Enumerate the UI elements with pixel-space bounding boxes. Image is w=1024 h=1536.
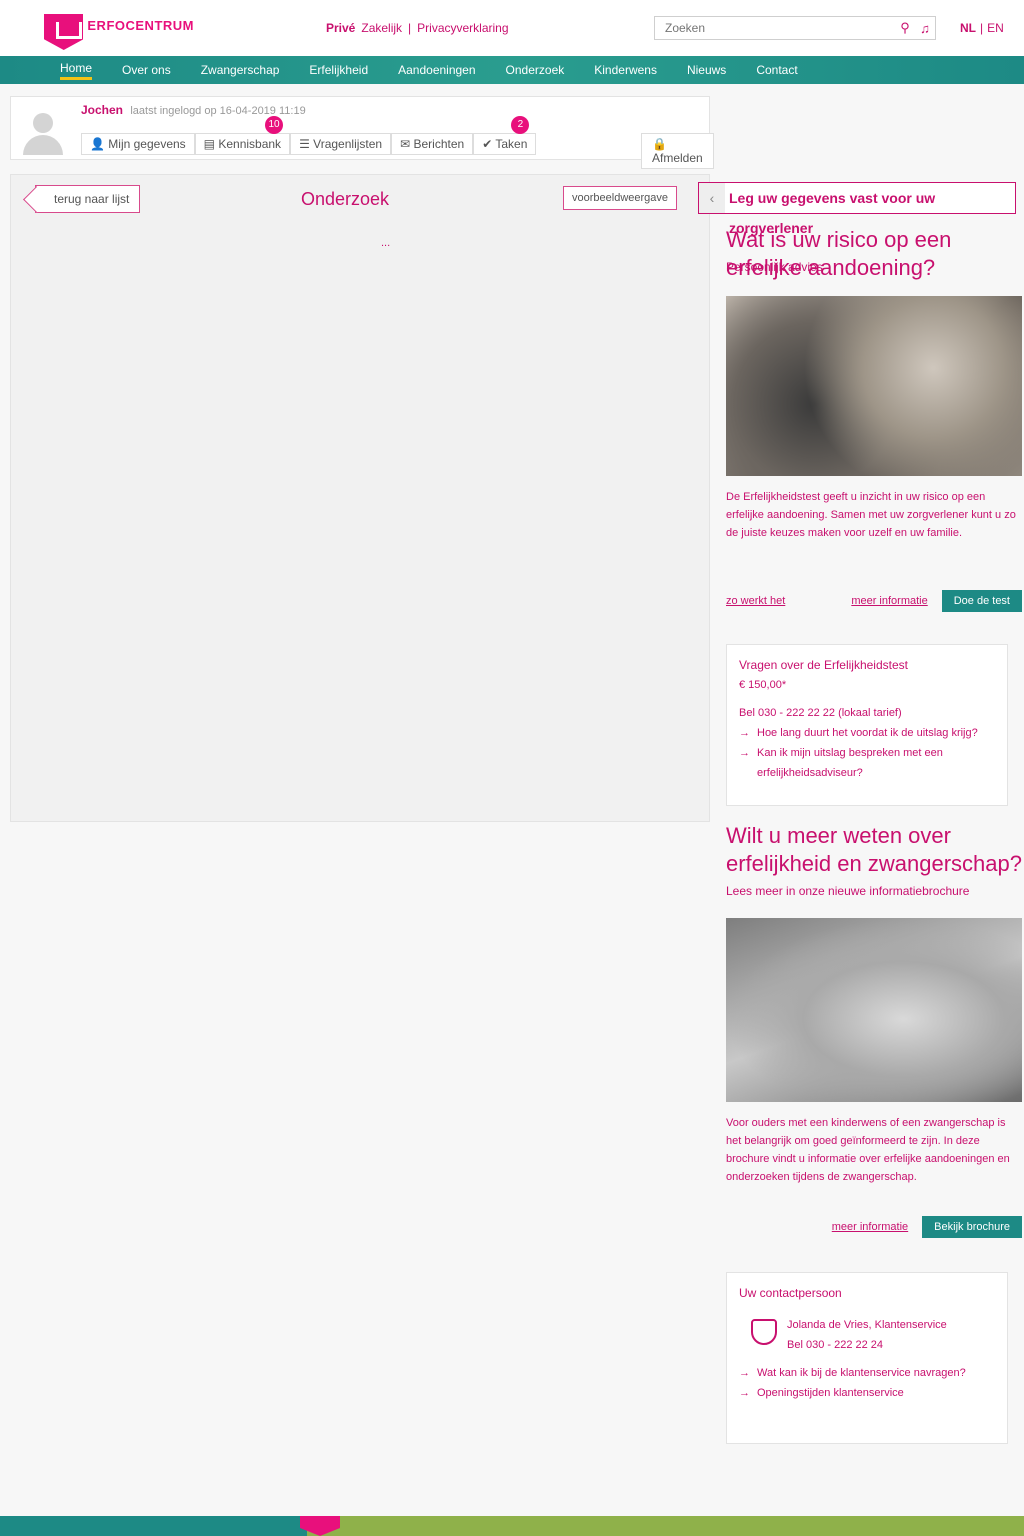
contact-link-hours[interactable]: Openingstijden klantenservice bbox=[739, 1383, 995, 1403]
promo2-text: Voor ouders met een kinderwens of een zw… bbox=[726, 1117, 1010, 1183]
nav-item-about[interactable]: Over ons bbox=[122, 63, 171, 77]
knowledge-base-badge: 10 bbox=[265, 116, 284, 134]
footer-logo-icon bbox=[300, 1516, 340, 1536]
info-link-advisor[interactable]: Kan ik mijn uitslag bespreken met een er… bbox=[739, 743, 995, 783]
info-box: Vragen over de Erfelijkheidstest € 150,0… bbox=[726, 644, 1008, 806]
lang-nl[interactable]: NL bbox=[960, 21, 976, 35]
promo2-image bbox=[726, 918, 1022, 1102]
info-link-result[interactable]: Hoe lang duurt het voordat ik de uitslag… bbox=[739, 723, 995, 743]
lang-en[interactable]: EN bbox=[987, 21, 1004, 35]
top-links: Privé Zakelijk | Privacyverklaring bbox=[326, 21, 509, 35]
record-data-button[interactable]: ‹ Leg uw gegevens vast voor uw zorgverle… bbox=[698, 182, 1016, 236]
nav-item-child-wish[interactable]: Kinderwens bbox=[594, 63, 657, 77]
user-info: Jochen laatst ingelogd op 16-04-2019 11:… bbox=[81, 103, 306, 117]
user-tabs: 👤 Mijn gegevens ▤ Kennisbank 10 ☰ Vragenl… bbox=[81, 116, 537, 155]
tab-my-details[interactable]: 👤 Mijn gegevens bbox=[81, 133, 195, 155]
info-head: Vragen over de Erfelijkheidstest bbox=[739, 658, 908, 672]
nav-item-pregnancy[interactable]: Zwangerschap bbox=[201, 63, 280, 77]
promo2-button[interactable]: Bekijk brochure bbox=[922, 1216, 1022, 1238]
contact-phone: Bel 030 - 222 22 24 bbox=[787, 1339, 884, 1351]
info-price: € 150,00* bbox=[739, 679, 787, 691]
contact-link-questions[interactable]: Wat kan ik bij de klantenservice navrage… bbox=[739, 1363, 995, 1383]
tab-knowledge-base[interactable]: ▤ Kennisbank 10 bbox=[194, 116, 291, 155]
logo[interactable]: ERFOCENTRUM bbox=[44, 14, 194, 50]
tab-questionnaires[interactable]: ☰ Vragenlijsten bbox=[290, 133, 392, 155]
lang-separator: | bbox=[980, 21, 984, 35]
site-header: ERFOCENTRUM Privé Zakelijk | Privacyverk… bbox=[0, 0, 1024, 56]
main-nav: Home Over ons Zwangerschap Erfelijkheid … bbox=[0, 56, 1024, 84]
nav-item-conditions[interactable]: Aandoeningen bbox=[398, 63, 475, 77]
last-login: laatst ingelogd op 16-04-2019 11:19 bbox=[130, 105, 306, 117]
promo1-subtitle: Persoonlijk advies bbox=[726, 260, 823, 274]
top-link-privacy[interactable]: Privacyverklaring bbox=[417, 21, 508, 35]
promo2-more-link[interactable]: meer informatie bbox=[832, 1221, 908, 1233]
contact-box: Uw contactpersoon Jolanda de Vries, Klan… bbox=[726, 1272, 1008, 1444]
tab-tasks[interactable]: ✔ Taken 2 bbox=[473, 116, 537, 155]
search-input[interactable] bbox=[665, 21, 895, 35]
promo1-more-link[interactable]: meer informatie bbox=[851, 595, 927, 607]
tab-my-details-label: Mijn gegevens bbox=[108, 137, 186, 151]
top-link-business[interactable]: Zakelijk bbox=[361, 21, 402, 35]
nav-item-heredity[interactable]: Erfelijkheid bbox=[309, 63, 368, 77]
nav-item-contact[interactable]: Contact bbox=[756, 63, 797, 77]
avatar bbox=[17, 107, 69, 155]
logout-label: Afmelden bbox=[652, 151, 703, 165]
site-footer bbox=[0, 1516, 1024, 1536]
tab-messages[interactable]: ✉ Berichten bbox=[391, 133, 474, 155]
contact-person: Jolanda de Vries, Klantenservice Bel 030… bbox=[739, 1315, 995, 1355]
promo1-button[interactable]: Doe de test bbox=[941, 590, 1022, 612]
top-link-separator: | bbox=[408, 21, 412, 35]
back-button[interactable]: terug naar lijst bbox=[35, 185, 141, 213]
tab-messages-label: Berichten bbox=[413, 137, 465, 151]
tab-knowledge-base-label: Kennisbank bbox=[218, 137, 282, 151]
preview-button[interactable]: voorbeeldweergave bbox=[563, 186, 678, 210]
main-panel: terug naar lijst Onderzoek voorbeeldweer… bbox=[10, 174, 710, 822]
logo-icon bbox=[44, 14, 84, 50]
promo2-links: meer informatie Bekijk brochure bbox=[726, 1216, 1022, 1238]
headset-icon bbox=[751, 1319, 777, 1345]
promo2-subtitle: Lees meer in onze nieuwe informatiebroch… bbox=[726, 884, 970, 898]
avatar-body bbox=[23, 135, 63, 155]
loading-indicator: ... bbox=[381, 237, 391, 249]
nav-item-home[interactable]: Home bbox=[60, 61, 93, 80]
nav-item-news[interactable]: Nieuws bbox=[687, 63, 726, 77]
promo1-links: zo werkt het meer informatie Doe de test bbox=[726, 590, 1022, 612]
user-bar: Jochen laatst ingelogd op 16-04-2019 11:… bbox=[10, 96, 714, 169]
contact-name: Jolanda de Vries, Klantenservice bbox=[787, 1319, 947, 1331]
search-box: ⚲ ♫ bbox=[654, 16, 936, 40]
microphone-icon[interactable]: ♫ bbox=[915, 21, 935, 36]
promo2-title: Wilt u meer weten over erfelijkheid en z… bbox=[726, 823, 1022, 876]
logout-button[interactable]: 🔒 Afmelden bbox=[641, 133, 714, 169]
language-switch: NL | EN bbox=[960, 21, 1004, 35]
promo1-how-link[interactable]: zo werkt het bbox=[726, 595, 785, 607]
promo1-image bbox=[726, 296, 1022, 476]
info-phone: Bel 030 - 222 22 22 (lokaal tarief) bbox=[739, 707, 902, 719]
logo-text: ERFOCENTRUM bbox=[87, 18, 194, 33]
tab-tasks-label: Taken bbox=[495, 137, 528, 151]
tab-questionnaires-label: Vragenlijsten bbox=[313, 137, 383, 151]
nav-item-research[interactable]: Onderzoek bbox=[506, 63, 565, 77]
contact-head: Uw contactpersoon bbox=[739, 1286, 842, 1300]
page-title: Onderzoek bbox=[301, 189, 390, 209]
tasks-badge: 2 bbox=[511, 116, 530, 134]
chevron-left-icon: ‹ bbox=[699, 183, 725, 213]
promo1-text: De Erfelijkheidstest geeft u inzicht in … bbox=[726, 491, 1016, 539]
search-icon[interactable]: ⚲ bbox=[895, 20, 915, 36]
user-name: Jochen bbox=[81, 103, 124, 117]
avatar-head bbox=[33, 113, 53, 133]
top-link-private[interactable]: Privé bbox=[326, 21, 355, 35]
